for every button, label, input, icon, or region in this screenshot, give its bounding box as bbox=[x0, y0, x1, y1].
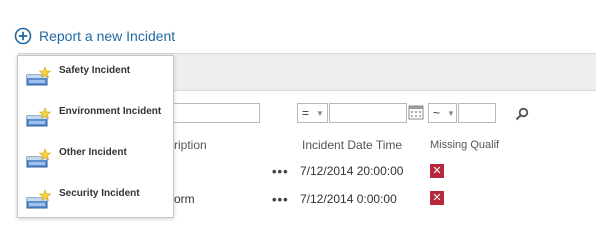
new-item-icon bbox=[26, 148, 52, 168]
x-mark-icon: ✕ bbox=[430, 164, 444, 178]
row-1-date-time: 7/12/2014 20:00:00 bbox=[300, 164, 404, 178]
column-header-incident-date-time[interactable]: Incident Date Time bbox=[302, 138, 402, 152]
calendar-icon[interactable] bbox=[408, 104, 424, 120]
chevron-down-icon: ▼ bbox=[447, 108, 455, 118]
column-header-description[interactable]: ription bbox=[174, 138, 207, 152]
row-2-description: orm bbox=[174, 192, 195, 206]
new-incident-menu: Safety Incident Environment Incident Oth… bbox=[17, 55, 174, 218]
time-filter-input[interactable] bbox=[458, 103, 496, 123]
menu-item-label: Security Incident bbox=[59, 188, 140, 199]
new-item-icon bbox=[26, 66, 52, 86]
new-item-icon bbox=[26, 189, 52, 209]
menu-item-security-incident[interactable]: Security Incident bbox=[18, 181, 173, 217]
date-operator-select[interactable]: = ▼ bbox=[297, 103, 328, 123]
date-filter-input[interactable] bbox=[329, 103, 407, 123]
menu-item-other-incident[interactable]: Other Incident bbox=[18, 140, 173, 176]
menu-item-label: Other Incident bbox=[59, 147, 127, 158]
report-link-label: Report a new Incident bbox=[39, 28, 176, 44]
chevron-down-icon: ▼ bbox=[316, 108, 324, 118]
date-operator-value: = bbox=[302, 106, 310, 120]
row-2-date-time: 7/12/2014 0:00:00 bbox=[300, 192, 397, 206]
search-icon[interactable] bbox=[515, 107, 529, 121]
menu-item-label: Environment Incident bbox=[59, 106, 162, 117]
menu-item-label: Safety Incident bbox=[59, 65, 131, 76]
row-1-ellipsis-menu[interactable]: ••• bbox=[272, 164, 289, 179]
menu-item-environment-incident[interactable]: Environment Incident bbox=[18, 99, 173, 135]
time-operator-select[interactable]: ~ ▼ bbox=[428, 103, 457, 123]
column-header-missing-qualif[interactable]: Missing Qualif bbox=[430, 139, 499, 151]
new-item-icon bbox=[26, 107, 52, 127]
x-mark-icon: ✕ bbox=[430, 191, 444, 205]
plus-circle-icon bbox=[14, 27, 32, 45]
menu-item-safety-incident[interactable]: Safety Incident bbox=[18, 58, 173, 94]
time-operator-value: ~ bbox=[433, 106, 441, 120]
row-2-ellipsis-menu[interactable]: ••• bbox=[272, 192, 289, 207]
report-new-incident-link[interactable]: Report a new Incident bbox=[14, 26, 175, 46]
